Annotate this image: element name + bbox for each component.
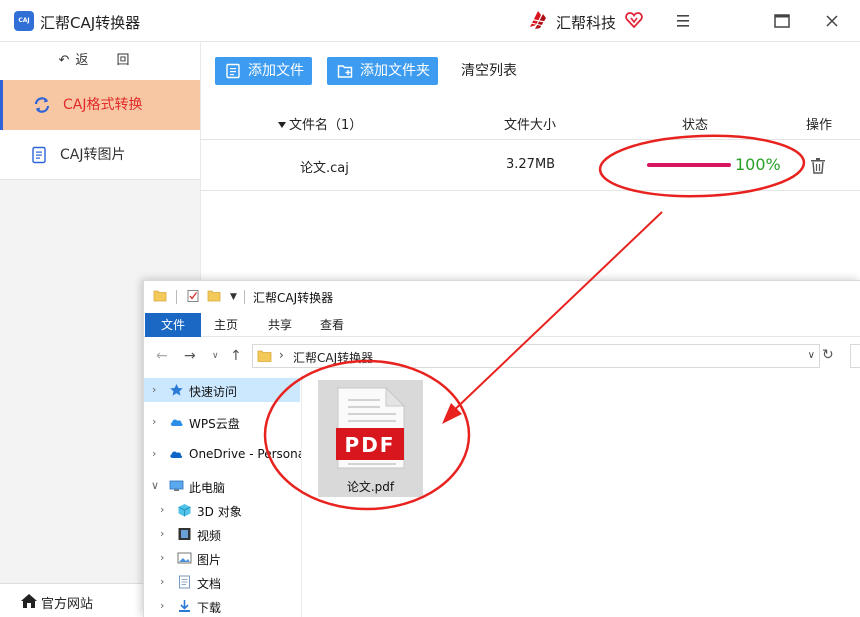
tree-item-pictures[interactable]: › 图片 xyxy=(144,546,301,570)
cloud-icon xyxy=(170,419,183,426)
progress-fill xyxy=(647,163,731,167)
quick-access-toolbar: ▼ 汇帮CAJ转换器 xyxy=(144,281,860,313)
tree-item-wps-cloud[interactable]: › WPS云盘 xyxy=(144,410,301,434)
up-arrow-icon[interactable]: ↑ xyxy=(230,348,242,364)
table-header: 文件名（1） 文件大小 状态 操作 xyxy=(200,104,860,140)
chevron-right-icon[interactable]: › xyxy=(160,599,164,612)
sidebar-item-label: CAJ转图片 xyxy=(60,147,126,163)
column-header-status: 状态 xyxy=(682,118,709,133)
brand-logo-icon xyxy=(528,11,546,29)
divider xyxy=(244,290,245,304)
brand-name: 汇帮科技 xyxy=(556,14,617,32)
trash-icon[interactable] xyxy=(810,157,826,174)
pdf-file-icon: PDF xyxy=(336,386,406,469)
address-bar-row: ← → ∨ ↑ › 汇帮CAJ转换器 ∨ ↻ xyxy=(144,338,860,374)
app-logo-icon: CAJ xyxy=(14,11,34,31)
tab-view[interactable]: 查看 xyxy=(312,313,352,337)
computer-icon xyxy=(169,480,184,491)
heart-icon[interactable] xyxy=(625,11,643,29)
tree-item-documents[interactable]: › 文档 xyxy=(144,570,301,594)
chevron-down-icon[interactable]: ∨ xyxy=(151,479,159,492)
chevron-right-icon[interactable]: › xyxy=(152,447,156,460)
picture-icon xyxy=(177,552,192,564)
star-icon xyxy=(170,384,183,396)
tab-file[interactable]: 文件 xyxy=(145,313,201,337)
document-icon xyxy=(32,146,46,164)
sidebar-item-caj-to-image[interactable]: CAJ转图片 xyxy=(0,130,200,180)
folder-add-icon xyxy=(337,65,353,78)
new-folder-icon[interactable] xyxy=(207,289,221,303)
official-website-link[interactable]: 官方网站 xyxy=(0,583,145,617)
search-input[interactable] xyxy=(850,344,860,368)
chevron-right-icon[interactable]: › xyxy=(152,383,156,396)
column-header-size: 文件大小 xyxy=(504,118,557,133)
properties-icon[interactable] xyxy=(186,289,200,303)
refresh-icon xyxy=(34,97,50,113)
file-add-icon xyxy=(226,63,240,79)
download-icon xyxy=(179,600,190,612)
onedrive-cloud-icon xyxy=(170,451,183,458)
add-file-button[interactable]: 添加文件 xyxy=(215,57,312,85)
tab-share[interactable]: 共享 xyxy=(260,313,300,337)
address-bar[interactable]: › 汇帮CAJ转换器 ∨ xyxy=(252,344,820,368)
home-icon xyxy=(21,594,37,608)
forward-arrow-icon[interactable]: → xyxy=(184,348,196,364)
column-header-operation: 操作 xyxy=(806,118,833,133)
file-list-area: PDF 论文.pdf xyxy=(302,374,860,617)
sort-down-icon xyxy=(278,122,286,128)
document-icon xyxy=(179,575,190,589)
chevron-right-icon[interactable]: › xyxy=(160,503,164,516)
sidebar-item-caj-convert[interactable]: CAJ格式转换 xyxy=(0,80,200,130)
pdf-badge-text: PDF xyxy=(345,433,396,457)
tree-item-this-pc[interactable]: ∨ 此电脑 xyxy=(144,474,301,498)
back-arrow-icon[interactable]: ← xyxy=(156,348,168,364)
close-icon[interactable] xyxy=(820,9,844,33)
refresh-icon[interactable]: ↻ xyxy=(822,347,834,363)
tree-item-downloads[interactable]: › 下载 xyxy=(144,594,301,617)
add-folder-button[interactable]: 添加文件夹 xyxy=(327,57,438,85)
back-button[interactable]: ↶ 返 回 xyxy=(0,42,200,80)
file-name-label: 论文.pdf xyxy=(346,480,395,494)
progress-bar xyxy=(647,163,731,167)
chevron-down-icon[interactable]: ∨ xyxy=(808,350,815,361)
chevron-right-icon[interactable]: › xyxy=(160,551,164,564)
chevron-right-icon[interactable]: › xyxy=(152,415,156,428)
chevron-right-icon: › xyxy=(279,348,284,362)
column-header-name[interactable]: 文件名（1） xyxy=(278,114,362,133)
folder-icon xyxy=(153,290,167,302)
back-arrow-icon: ↶ xyxy=(58,53,70,68)
app-title: 汇帮CAJ转换器 xyxy=(40,14,141,32)
address-path: 汇帮CAJ转换器 xyxy=(293,351,374,365)
title-bar: CAJ 汇帮CAJ转换器 汇帮科技 xyxy=(0,0,860,42)
table-row[interactable]: 论文.caj 3.27MB 100% xyxy=(200,141,860,191)
ribbon-tabs: 文件 主页 共享 查看 xyxy=(144,313,860,337)
recent-dropdown-icon[interactable]: ∨ xyxy=(212,351,219,361)
customize-dropdown-icon[interactable]: ▼ xyxy=(230,292,237,302)
tree-item-3d-objects[interactable]: › 3D 对象 xyxy=(144,498,301,522)
folder-icon xyxy=(257,350,272,362)
menu-icon[interactable] xyxy=(671,9,695,33)
maximize-icon[interactable] xyxy=(770,9,794,33)
cube-icon xyxy=(178,504,191,517)
chevron-right-icon[interactable]: › xyxy=(160,575,164,588)
tree-item-videos[interactable]: › 视频 xyxy=(144,522,301,546)
file-size-cell: 3.27MB xyxy=(506,157,556,172)
film-icon xyxy=(178,528,191,540)
chevron-right-icon[interactable]: › xyxy=(160,527,164,540)
sidebar-item-label: CAJ格式转换 xyxy=(63,97,143,113)
tree-item-quick-access[interactable]: › 快速访问 xyxy=(144,378,300,402)
explorer-title: 汇帮CAJ转换器 xyxy=(253,291,334,305)
tree-item-onedrive[interactable]: › OneDrive - Persona xyxy=(144,442,301,466)
clear-list-button[interactable]: 清空列表 xyxy=(461,57,517,85)
navigation-pane: › 快速访问 › WPS云盘 › OneDrive - Persona ∨ 此电… xyxy=(144,374,302,617)
file-name-cell: 论文.caj xyxy=(300,161,349,176)
tab-home[interactable]: 主页 xyxy=(206,313,246,337)
file-item-pdf[interactable]: PDF 论文.pdf xyxy=(318,380,423,497)
divider xyxy=(176,290,177,304)
status-percent: 100% xyxy=(735,155,781,174)
file-explorer-window: ▼ 汇帮CAJ转换器 文件 主页 共享 查看 ← → ∨ ↑ › 汇帮CAJ转换… xyxy=(143,280,860,617)
